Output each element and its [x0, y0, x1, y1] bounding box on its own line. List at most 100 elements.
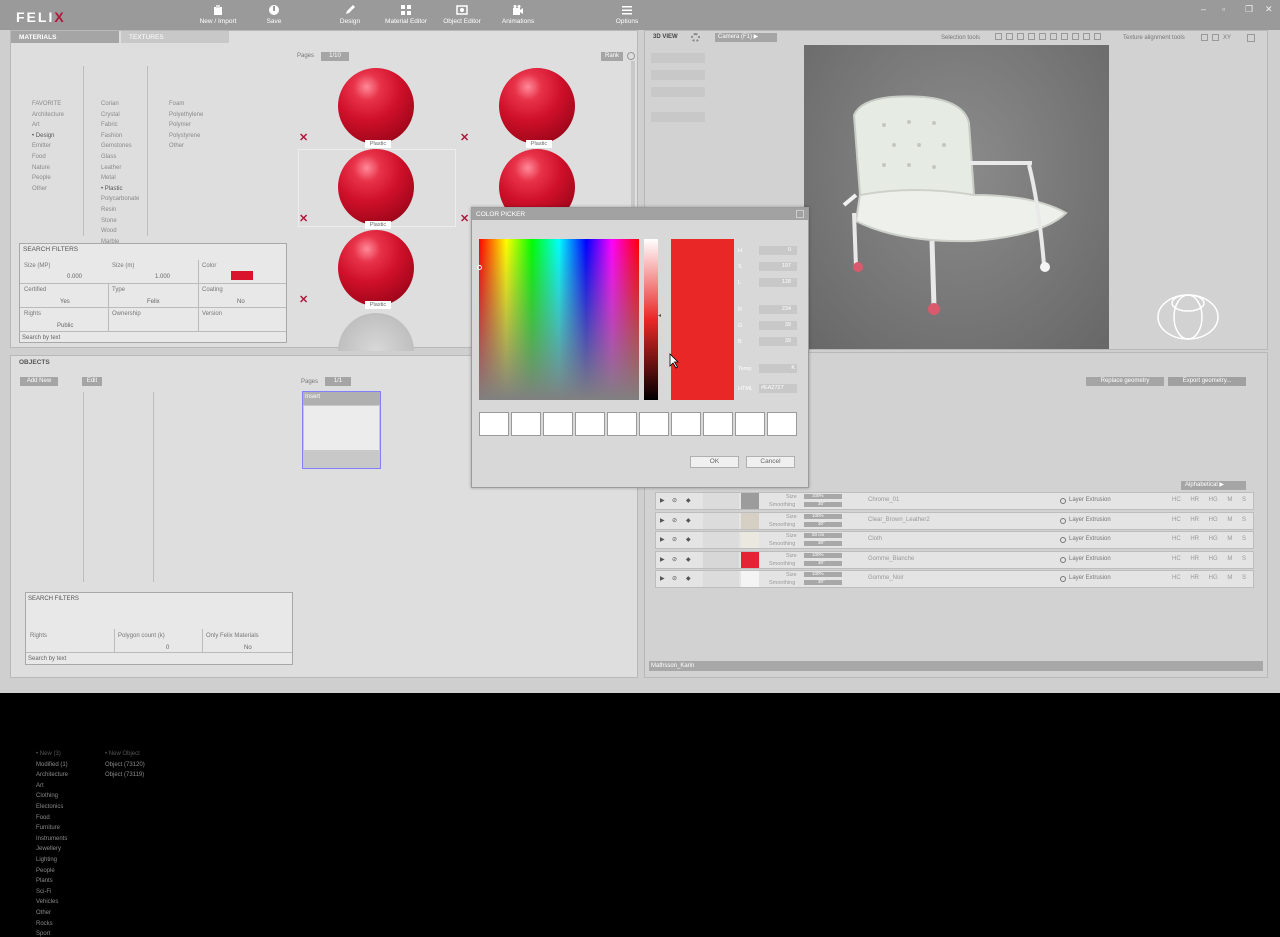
view-option-button[interactable]: [651, 87, 705, 97]
material-subcategory-item[interactable]: Resin: [101, 207, 116, 213]
select-icon[interactable]: [1050, 33, 1057, 40]
radio-button[interactable]: [1060, 498, 1066, 504]
r-value[interactable]: 234: [759, 305, 797, 314]
visibility-icon[interactable]: ⊘: [672, 497, 677, 504]
new-import-button[interactable]: New / Import: [188, 4, 248, 25]
lightness-slider[interactable]: [644, 239, 658, 400]
material-subcategory-item[interactable]: Gemstones: [101, 143, 132, 149]
layer-flags[interactable]: HC HR HG M S: [1172, 517, 1246, 523]
pages-selector[interactable]: 1/10: [321, 52, 349, 61]
custom-swatch[interactable]: [703, 412, 733, 436]
material-subcategory-item[interactable]: Fabric: [101, 122, 118, 128]
pin-icon[interactable]: ◆: [686, 536, 691, 543]
layer-flags[interactable]: HC HR HG M S: [1172, 556, 1246, 562]
object-category-item[interactable]: Modified (1): [36, 762, 68, 768]
visibility-icon[interactable]: ⊘: [672, 536, 677, 543]
custom-swatch[interactable]: [767, 412, 797, 436]
close-icon[interactable]: [796, 210, 804, 218]
expand-icon[interactable]: [1247, 34, 1255, 42]
view-option-button[interactable]: [651, 70, 705, 80]
polygon-value[interactable]: 0: [166, 645, 169, 651]
visibility-icon[interactable]: ⊘: [672, 517, 677, 524]
add-new-button[interactable]: Add New: [20, 377, 58, 386]
play-icon[interactable]: ▶: [660, 556, 665, 563]
material-subcategory-item[interactable]: Leather: [101, 165, 121, 171]
object-thumb[interactable]: Insert: [302, 391, 381, 469]
type-value[interactable]: Felix: [147, 299, 160, 305]
pages-selector[interactable]: 1/1: [325, 377, 351, 386]
xy-label[interactable]: XY: [1223, 35, 1231, 41]
refresh-icon[interactable]: [627, 52, 635, 60]
sort-dropdown[interactable]: Alphabetical ▶: [1181, 481, 1246, 490]
material-subcategory-item[interactable]: Polyethylene: [169, 112, 203, 118]
material-category-item[interactable]: Architecture: [32, 112, 64, 118]
felix-only-value[interactable]: No: [244, 645, 252, 651]
object-category-item[interactable]: Electonics: [36, 804, 63, 810]
layer-color-swatch[interactable]: [741, 493, 759, 509]
material-subcategory-item[interactable]: Other: [169, 143, 184, 149]
select-icon[interactable]: [1006, 33, 1013, 40]
object-editor-button[interactable]: Object Editor: [432, 4, 492, 25]
object-category-item[interactable]: Other: [36, 910, 51, 916]
select-icon[interactable]: [1061, 33, 1068, 40]
rank-button[interactable]: Rank: [601, 52, 623, 61]
navigation-gizmo-icon[interactable]: [1155, 289, 1221, 345]
custom-swatch[interactable]: [671, 412, 701, 436]
layer-flags[interactable]: HC HR HG M S: [1172, 575, 1246, 581]
visibility-icon[interactable]: ⊘: [672, 556, 677, 563]
layer-mode[interactable]: Layer Extrusion: [1069, 556, 1111, 562]
slider-arrow-icon[interactable]: ◂: [658, 312, 661, 319]
layer-color-swatch[interactable]: [741, 551, 759, 568]
tab-textures[interactable]: TEXTURES: [121, 31, 229, 43]
object-search-input[interactable]: Search by text: [28, 656, 66, 662]
object-category-item[interactable]: Rocks: [36, 921, 53, 927]
size-m-value[interactable]: 1.000: [155, 274, 170, 280]
maximize-icon[interactable]: ❐: [1245, 4, 1253, 15]
edit-button[interactable]: Edit: [82, 377, 102, 386]
l-value[interactable]: 128: [759, 278, 797, 287]
radio-button[interactable]: [1060, 517, 1066, 524]
coating-value[interactable]: No: [237, 299, 245, 305]
object-category-item[interactable]: Clothing: [36, 793, 58, 799]
size-slider[interactable]: 50 cm: [804, 532, 842, 538]
temp-value[interactable]: K: [759, 364, 797, 373]
select-icon[interactable]: [1028, 33, 1035, 40]
visibility-icon[interactable]: ⊘: [672, 575, 677, 582]
custom-swatch[interactable]: [607, 412, 637, 436]
material-category-item[interactable]: FAVORITE: [32, 101, 61, 107]
g-value[interactable]: 39: [759, 321, 797, 330]
radio-button[interactable]: [1060, 537, 1066, 543]
material-thumb[interactable]: [499, 68, 575, 144]
material-subcategory-item[interactable]: Polystyrene: [169, 133, 200, 139]
material-search-input[interactable]: Search by text: [22, 335, 60, 341]
object-list-item[interactable]: • New Object: [105, 751, 140, 757]
layer-row[interactable]: ▶ ⊘ ◆ Size Smoothing 50 cm 30° Cloth Layer Extru…: [655, 531, 1254, 549]
certified-value[interactable]: Yes: [60, 299, 70, 305]
play-icon[interactable]: ▶: [660, 536, 665, 543]
custom-swatch[interactable]: [543, 412, 573, 436]
view-option-button[interactable]: [651, 53, 705, 63]
object-category-item[interactable]: Sport: [36, 931, 50, 937]
material-subcategory-item[interactable]: Polymer: [169, 122, 191, 128]
object-category-item[interactable]: • New (3): [36, 751, 61, 757]
object-category-item[interactable]: Vehicles: [36, 899, 58, 905]
replace-geometry-button[interactable]: Replace geometry: [1086, 377, 1164, 386]
pin-icon[interactable]: ◆: [686, 575, 691, 582]
play-icon[interactable]: ▶: [660, 497, 665, 504]
play-icon[interactable]: ▶: [660, 517, 665, 524]
smoothing-slider[interactable]: 30°: [804, 501, 842, 507]
material-subcategory-item[interactable]: Corian: [101, 101, 119, 107]
layer-flags[interactable]: HC HR HG M S: [1172, 497, 1246, 503]
object-category-item[interactable]: Art: [36, 783, 44, 789]
material-thumb[interactable]: [338, 149, 414, 225]
size-slider[interactable]: 100%: [804, 513, 842, 519]
object-category-item[interactable]: Furniture: [36, 825, 60, 831]
options-button[interactable]: Options: [597, 4, 657, 25]
pin-icon[interactable]: ◆: [686, 517, 691, 524]
restore-icon[interactable]: ▫: [1222, 4, 1225, 14]
material-subcategory-item[interactable]: Stone: [101, 218, 117, 224]
material-subcategory-item[interactable]: Wood: [101, 228, 117, 234]
radio-button[interactable]: [1060, 576, 1066, 582]
object-category-item[interactable]: People: [36, 868, 55, 874]
size-mp-value[interactable]: 0.000: [67, 274, 82, 280]
